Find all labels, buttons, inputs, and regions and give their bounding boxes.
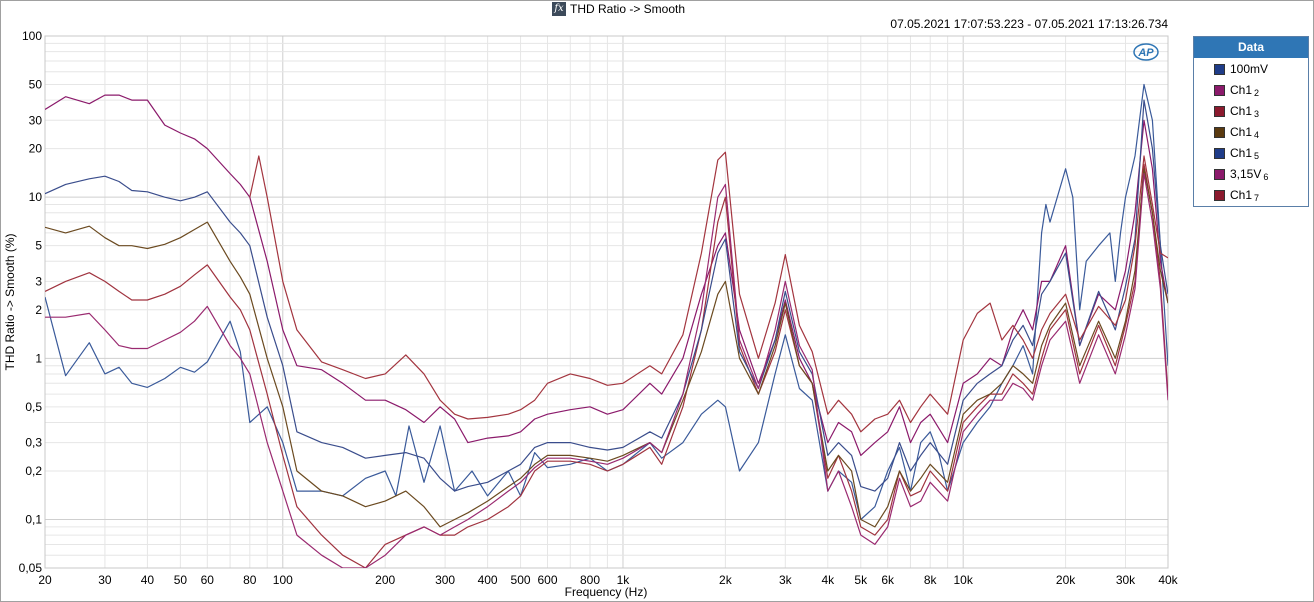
legend-sub: 6: [1263, 172, 1269, 182]
x-tick-label: 50: [174, 573, 188, 587]
x-tick-label: 6k: [881, 573, 895, 587]
x-tick-label: 8k: [924, 573, 938, 587]
y-tick-label: 0,05: [19, 561, 43, 575]
legend-swatch: [1214, 189, 1225, 201]
y-tick-label: 5: [35, 239, 42, 253]
legend-sub: 5: [1254, 151, 1260, 161]
legend-header: Data: [1194, 37, 1308, 58]
legend: Data 100mV Ch1 2 Ch1 3 Ch1 4 Ch1 5 3,15V 6 Ch1 7: [1193, 36, 1309, 207]
ap-logo-text: AP: [1137, 47, 1154, 59]
legend-sub: 3: [1254, 109, 1260, 119]
y-tick-label: 30: [29, 113, 43, 127]
legend-sub: 2: [1254, 88, 1260, 98]
x-tick-label: 4k: [821, 573, 835, 587]
x-tick-label: 600: [537, 573, 557, 587]
legend-label: Ch1: [1230, 188, 1253, 202]
x-tick-label: 2k: [719, 573, 733, 587]
x-axis-label: Frequency (Hz): [565, 585, 648, 599]
x-tick-label: 500: [511, 573, 531, 587]
y-tick-label: 100: [22, 29, 42, 43]
legend-label: 100mV: [1230, 62, 1269, 76]
y-tick-label: 10: [29, 190, 43, 204]
legend-swatch: [1214, 126, 1225, 138]
x-tick-label: 40k: [1158, 573, 1178, 587]
legend-label: 3,15V: [1230, 167, 1262, 181]
series-layer: [45, 83, 1168, 568]
plot-area: [44, 35, 1169, 569]
legend-item[interactable]: Ch1 7: [1214, 188, 1260, 203]
y-tick-label: 0,3: [25, 436, 42, 450]
y-tick-label: 0,5: [25, 400, 42, 414]
legend-item[interactable]: 3,15V 6: [1214, 167, 1269, 182]
x-tick-label: 40: [141, 573, 155, 587]
x-tick-label: 20k: [1056, 573, 1076, 587]
series-line: [45, 83, 1168, 521]
legend-swatch: [1214, 168, 1225, 180]
legend-label: Ch1: [1230, 146, 1253, 160]
x-tick-label: 20: [38, 573, 52, 587]
legend-item[interactable]: Ch1 2: [1214, 83, 1260, 98]
y-tick-labels: 0,05 0,1 0,2 0,3 0,5 1 2 3 5 10 20 30 50 100: [19, 29, 43, 575]
legend-item[interactable]: 100mV: [1214, 62, 1268, 76]
x-tick-label: 200: [375, 573, 395, 587]
legend-item[interactable]: Ch1 4: [1214, 125, 1260, 140]
x-tick-label: 400: [478, 573, 498, 587]
legend-swatch: [1214, 105, 1225, 117]
legend-swatch: [1214, 84, 1225, 96]
x-tick-label: 30: [98, 573, 112, 587]
x-tick-label: 3k: [779, 573, 793, 587]
series-line: [45, 99, 1168, 492]
legend-sub: 7: [1254, 193, 1260, 203]
x-tick-label: 100: [273, 573, 293, 587]
x-tick-label: 80: [243, 573, 257, 587]
x-tick-label: 30k: [1116, 573, 1136, 587]
legend-label: Ch1: [1230, 125, 1253, 139]
thd-chart[interactable]: 20 30 40 50 60 80 100 200 300 400 500 600 800 1k 2k 3k 4…: [0, 0, 1190, 602]
y-tick-label: 1: [35, 351, 42, 365]
legend-item[interactable]: Ch1 3: [1214, 104, 1260, 119]
y-tick-label: 2: [35, 303, 42, 317]
grid: [44, 35, 1169, 569]
y-tick-label: 3: [35, 274, 42, 288]
y-axis-label: THD Ratio -> Smooth (%): [3, 233, 17, 370]
y-tick-label: 20: [29, 142, 43, 156]
legend-sub: 4: [1254, 130, 1260, 140]
legend-swatch: [1214, 63, 1225, 75]
x-tick-label: 300: [435, 573, 455, 587]
legend-label: Ch1: [1230, 104, 1253, 118]
x-tick-label: 5k: [854, 573, 868, 587]
y-tick-label: 0,1: [25, 512, 42, 526]
legend-label: Ch1: [1230, 83, 1253, 97]
legend-item[interactable]: Ch1 5: [1214, 146, 1260, 161]
legend-swatch: [1214, 147, 1225, 159]
x-tick-label: 60: [201, 573, 215, 587]
x-tick-label: 10k: [954, 573, 974, 587]
y-tick-label: 0,2: [25, 464, 42, 478]
y-tick-label: 50: [29, 78, 43, 92]
